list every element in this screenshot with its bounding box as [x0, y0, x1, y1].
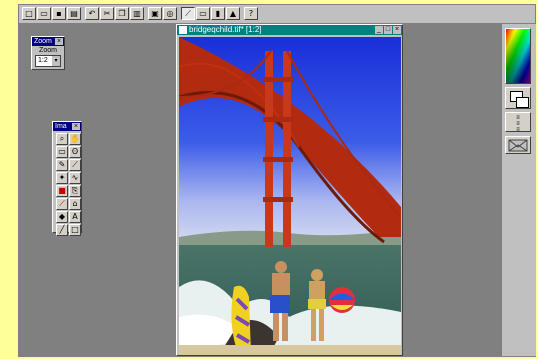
zoom-palette-close-button[interactable]: ×: [55, 38, 63, 45]
pencil-icon[interactable]: ✎: [56, 159, 68, 171]
zoom-palette-title: Zoom: [34, 38, 52, 45]
brush-icon[interactable]: ⟋: [69, 159, 81, 171]
color-replace-icon[interactable]: ■: [56, 185, 68, 197]
line-icon[interactable]: ╱: [56, 224, 68, 236]
image-palette-icon[interactable]: ▭: [196, 7, 210, 20]
image-window-title: bridgeqchild.tif* [1:2]: [189, 25, 262, 34]
bridge-children-photo: [179, 37, 401, 355]
cut-icon[interactable]: ✂: [100, 7, 114, 20]
maximize-button[interactable]: □: [384, 26, 392, 34]
image-window-titlebar[interactable]: bridgeqchild.tif* [1:2] _ □ ×: [177, 25, 402, 35]
rect-select-icon[interactable]: ▭: [56, 146, 68, 158]
layer-options-icon[interactable]: ≡ ≡ ≡: [505, 112, 531, 133]
color-panel: ≡ ≡ ≡: [501, 24, 536, 356]
zoom-label: Zoom: [39, 47, 57, 54]
screen-mode-icon[interactable]: ▣: [148, 7, 162, 20]
document-icon: [179, 26, 187, 34]
image-tools-palette: Ima × ⌕ ✋ ▭ ʘ ✎ ⟋ ✦ ∿ ■ ⎘ ⟋ ⌂ ◆ A ╱ □: [52, 121, 82, 236]
image-view-icon[interactable]: ▲: [226, 7, 240, 20]
image-canvas[interactable]: [179, 37, 401, 355]
zoom-select-value: 1:2: [38, 57, 48, 64]
image-palette-title: Ima: [55, 123, 67, 130]
eyedropper-icon[interactable]: ⟋: [56, 198, 68, 210]
magnifier-icon[interactable]: ⌕: [56, 133, 68, 145]
image-palette-close-button[interactable]: ×: [72, 123, 80, 130]
refresh-icon[interactable]: ◎: [163, 7, 177, 20]
fill-icon[interactable]: ◆: [56, 211, 68, 223]
help-icon[interactable]: ?: [244, 7, 258, 20]
zoom-palette: Zoom × Zoom 1:2 ▾: [31, 36, 65, 70]
new-file-icon[interactable]: □: [22, 7, 36, 20]
undo-icon[interactable]: ↶: [85, 7, 99, 20]
copy-icon[interactable]: ❐: [115, 7, 129, 20]
hand-icon[interactable]: ✋: [69, 133, 81, 145]
color-palette-icon[interactable]: ▮: [211, 7, 225, 20]
open-folder-icon[interactable]: ▭: [37, 7, 51, 20]
zoom-select[interactable]: 1:2 ▾: [35, 55, 61, 67]
workspace: Zoom × Zoom 1:2 ▾ Ima × ⌕ ✋ ▭ ʘ ✎ ⟋ ✦ ∿ …: [19, 24, 501, 356]
main-toolbar: □ ▭ ▪ ▤ ↶ ✂ ❐ ▥ ▣ ◎ ⟋ ▭ ▮ ▲ ?: [19, 5, 535, 24]
brush-tool-icon[interactable]: ⟋: [181, 7, 195, 20]
image-palette-titlebar[interactable]: Ima ×: [53, 122, 81, 131]
rectangle-icon[interactable]: □: [69, 224, 81, 236]
color-spectrum[interactable]: [506, 29, 530, 83]
paste-icon[interactable]: ▥: [130, 7, 144, 20]
print-icon[interactable]: ▤: [67, 7, 81, 20]
lasso-icon[interactable]: ʘ: [69, 146, 81, 158]
image-document-window: bridgeqchild.tif* [1:2] _ □ ×: [176, 24, 403, 356]
mail-icon: [508, 139, 528, 152]
fg-bg-color-swatch[interactable]: [505, 87, 531, 109]
text-tool-icon[interactable]: A: [69, 211, 81, 223]
minimize-button[interactable]: _: [375, 26, 383, 34]
clone-icon[interactable]: ⎘: [69, 185, 81, 197]
save-icon[interactable]: ▪: [52, 7, 66, 20]
home-icon[interactable]: ⌂: [69, 198, 81, 210]
color-picker[interactable]: [505, 28, 531, 84]
close-button[interactable]: ×: [393, 26, 401, 34]
app-window: □ ▭ ▪ ▤ ↶ ✂ ❐ ▥ ▣ ◎ ⟋ ▭ ▮ ▲ ? Zoom × Zoo…: [18, 4, 536, 357]
airbrush-icon[interactable]: ✦: [56, 172, 68, 184]
smudge-icon[interactable]: ∿: [69, 172, 81, 184]
zoom-palette-titlebar[interactable]: Zoom ×: [32, 37, 64, 46]
chevron-down-icon[interactable]: ▾: [52, 56, 60, 66]
envelope-icon[interactable]: [505, 136, 531, 154]
background-color-icon[interactable]: [516, 97, 529, 108]
